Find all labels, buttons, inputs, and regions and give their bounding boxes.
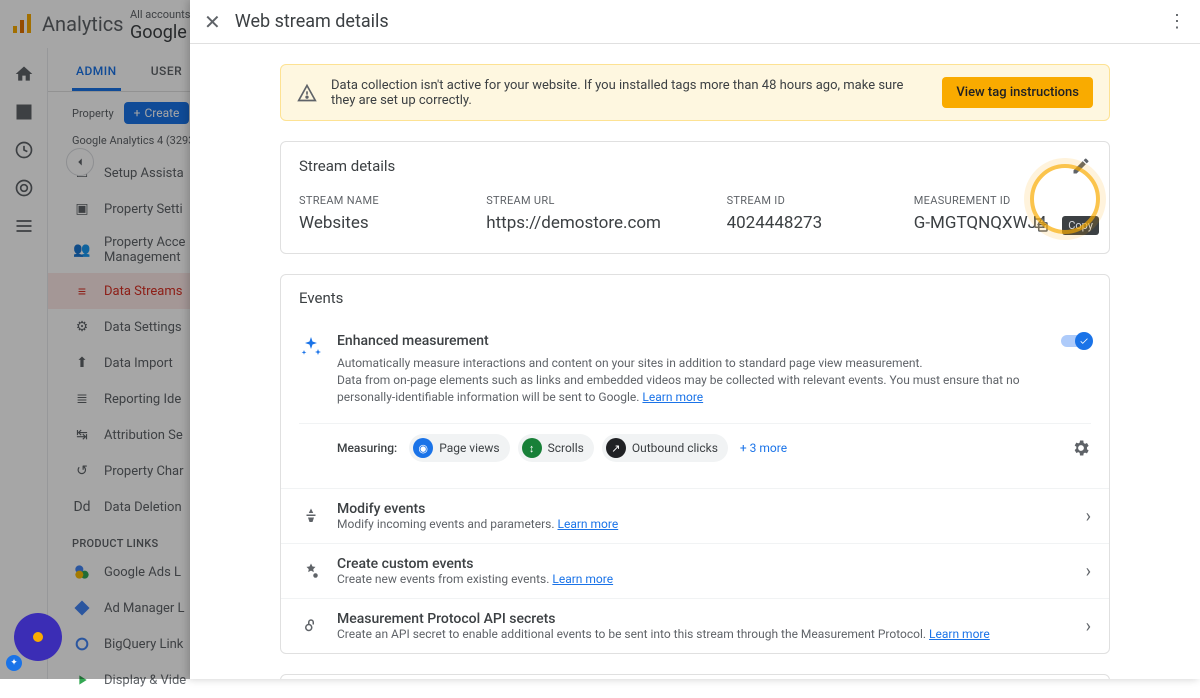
enhanced-measurement-desc1: Automatically measure interactions and c…	[337, 356, 923, 370]
edit-icon[interactable]	[1071, 156, 1091, 176]
enhanced-measurement-toggle[interactable]	[1061, 333, 1091, 349]
learn-more-link[interactable]: Learn more	[929, 627, 990, 641]
stream-details-card: Stream details STREAM NAME Websites STRE…	[280, 141, 1110, 254]
stream-name-label: STREAM NAME	[299, 194, 476, 207]
events-card: Events Enhanced measurement Automaticall…	[280, 274, 1110, 654]
row-desc: Create an API secret to enable additiona…	[337, 627, 1072, 641]
learn-more-link[interactable]: Learn more	[552, 572, 613, 586]
copy-measurement-id-button[interactable]	[1026, 210, 1056, 240]
event-row-modify-events[interactable]: Modify eventsModify incoming events and …	[281, 488, 1109, 543]
stream-id-label: STREAM ID	[727, 194, 904, 207]
row-title: Modify events	[337, 501, 1072, 517]
learn-more-link[interactable]: Learn more	[558, 517, 619, 531]
stream-details-header: Stream details	[299, 157, 395, 175]
close-icon[interactable]: ✕	[204, 10, 221, 34]
row-icon	[299, 614, 323, 638]
chevron-right-icon: ›	[1086, 561, 1091, 582]
warning-icon	[297, 83, 317, 103]
stream-url-label: STREAM URL	[486, 194, 716, 207]
help-fab[interactable]	[14, 613, 62, 661]
google-tag-card: Google tag Configure tag settingsConfigu…	[280, 674, 1110, 679]
chip-scrolls: ↕Scrolls	[518, 434, 594, 462]
more-menu-icon[interactable]: ⋮	[1168, 11, 1186, 32]
measurement-id-label: MEASUREMENT ID	[914, 194, 1091, 207]
chevron-right-icon: ›	[1086, 616, 1091, 637]
view-tag-instructions-button[interactable]: View tag instructions	[942, 77, 1093, 108]
chip-page-views: ◉Page views	[409, 434, 509, 462]
more-chips-link[interactable]: + 3 more	[740, 441, 787, 455]
stream-name-value: Websites	[299, 213, 476, 233]
event-row-measurement-protocol-api-secrets[interactable]: Measurement Protocol API secretsCreate a…	[281, 598, 1109, 653]
row-title: Measurement Protocol API secrets	[337, 611, 1072, 627]
web-stream-details-panel: ✕ Web stream details ⋮ Data collection i…	[190, 0, 1200, 679]
warning-bar: Data collection isn't active for your we…	[280, 64, 1110, 121]
stream-url-value: https://demostore.com	[486, 213, 716, 233]
measuring-label: Measuring:	[337, 441, 397, 455]
events-header: Events	[299, 289, 343, 307]
enhanced-measurement-title: Enhanced measurement	[337, 333, 1047, 349]
chevron-right-icon: ›	[1086, 506, 1091, 527]
learn-more-link[interactable]: Learn more	[642, 390, 703, 404]
stream-id-value: 4024448273	[727, 213, 904, 233]
panel-title: Web stream details	[235, 11, 1168, 32]
copy-tooltip: Copy	[1062, 216, 1099, 235]
row-title: Create custom events	[337, 556, 1072, 572]
fab-badge-icon: ✦	[6, 655, 22, 671]
row-desc: Create new events from existing events. …	[337, 572, 1072, 586]
warning-text: Data collection isn't active for your we…	[331, 78, 928, 108]
row-icon	[299, 504, 323, 528]
row-icon	[299, 559, 323, 583]
row-desc: Modify incoming events and parameters. L…	[337, 517, 1072, 531]
event-row-create-custom-events[interactable]: Create custom eventsCreate new events fr…	[281, 543, 1109, 598]
chip-outbound-clicks: ↗Outbound clicks	[602, 434, 728, 462]
gear-icon[interactable]	[1071, 438, 1091, 458]
sparkle-icon	[299, 335, 323, 359]
